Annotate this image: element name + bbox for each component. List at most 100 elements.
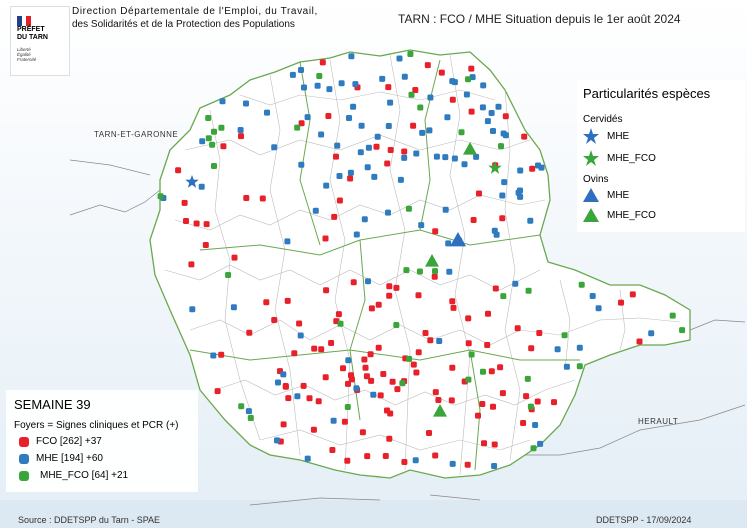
outbreak-marker (527, 403, 534, 410)
outbreak-marker (230, 304, 237, 311)
outbreak-marker (525, 287, 532, 294)
outbreak-marker (419, 129, 426, 136)
outbreak-marker (517, 193, 524, 200)
outbreak-marker (528, 345, 535, 352)
outbreak-marker (304, 114, 311, 121)
outbreak-marker (238, 133, 244, 140)
outbreak-marker (426, 127, 433, 134)
outbreak-marker (424, 62, 431, 69)
outbreak-marker (446, 268, 453, 275)
outbreak-marker (473, 153, 480, 160)
outbreak-marker (450, 304, 457, 311)
outbreak-marker (387, 410, 394, 417)
outbreak-marker (520, 420, 527, 426)
outbreak-marker (353, 385, 360, 392)
outbreak-marker (368, 377, 375, 384)
legend-ovins-label: Ovins (583, 174, 609, 185)
outbreak-marker (490, 403, 496, 410)
outbreak-marker (629, 291, 636, 298)
outbreak-marker (336, 197, 343, 204)
outbreak-marker (345, 357, 352, 364)
outbreak-marker (481, 440, 487, 447)
outbreak-marker (193, 220, 200, 227)
legend-foyers: SEMAINE 39 Foyers = Signes cliniques et … (6, 390, 198, 492)
outbreak-marker (578, 281, 585, 288)
outbreak-marker (296, 320, 303, 327)
direction-name: Direction Départementale de l'Emploi, du… (72, 6, 318, 30)
outbreak-marker (375, 301, 382, 308)
outbreak-marker (512, 280, 519, 287)
outbreak-marker (334, 142, 341, 149)
outbreak-marker (385, 84, 392, 91)
outbreak-marker (225, 272, 232, 278)
outbreak-marker (338, 80, 345, 87)
outbreak-marker (618, 299, 624, 306)
outbreak-marker (357, 149, 364, 156)
outbreak-marker (438, 69, 445, 76)
outbreak-marker (336, 173, 343, 179)
outbreak-marker (415, 349, 422, 356)
outbreak-marker (247, 415, 254, 421)
outbreak-marker (298, 67, 304, 73)
outbreak-marker (202, 242, 209, 248)
outbreak-marker (289, 71, 296, 78)
outbreak-marker (410, 122, 417, 129)
outbreak-marker (297, 332, 304, 339)
french-flag-icon (17, 13, 31, 26)
outbreak-marker (298, 161, 305, 168)
outbreak-marker (499, 215, 506, 222)
outbreak-marker (210, 352, 217, 359)
outbreak-marker (328, 340, 335, 346)
outbreak-marker (401, 459, 408, 465)
fco-dot-icon (19, 437, 29, 447)
outbreak-marker (285, 395, 292, 402)
outbreak-marker (497, 364, 504, 371)
outbreak-marker (374, 133, 381, 140)
outbreak-marker (595, 305, 602, 312)
outbreak-marker (537, 440, 544, 447)
outbreak-marker (524, 375, 531, 382)
logo-motto: Liberté Égalité Fraternité (17, 47, 37, 62)
outbreak-marker (551, 399, 557, 406)
outbreak-marker (480, 368, 486, 375)
outbreak-marker (243, 195, 250, 201)
outbreak-marker (485, 310, 491, 317)
outbreak-marker (415, 292, 422, 299)
legend-cervides-label: Cervidés (583, 114, 623, 125)
outbreak-marker (468, 351, 475, 358)
outbreak-marker (199, 138, 206, 145)
outbreak-marker (209, 141, 216, 148)
outbreak-marker (517, 167, 524, 174)
outbreak-marker (211, 128, 217, 135)
outbreak-marker (449, 78, 456, 85)
outbreak-marker (403, 267, 410, 274)
outbreak-marker (243, 100, 249, 107)
outbreak-marker (669, 312, 676, 319)
outbreak-marker (393, 322, 400, 328)
outbreak-marker (679, 327, 686, 334)
outbreak-marker (413, 150, 420, 157)
outbreak-marker (465, 315, 472, 322)
outbreak-marker (274, 437, 280, 444)
outbreak-marker (465, 340, 472, 347)
outbreak-marker (636, 338, 643, 345)
outbreak-marker (304, 455, 311, 462)
outbreak-marker (238, 403, 245, 410)
outbreak-marker (347, 175, 354, 182)
outbreak-marker (432, 268, 438, 275)
outbreak-marker (331, 213, 338, 220)
outbreak-marker (337, 320, 344, 327)
outbreak-marker (175, 167, 182, 174)
outbreak-marker (280, 421, 287, 428)
outbreak-marker (491, 227, 498, 234)
outbreak-marker (220, 143, 227, 150)
outbreak-marker (432, 389, 439, 396)
outbreak-marker (393, 284, 400, 291)
outbreak-marker (368, 305, 375, 312)
outbreak-marker (214, 388, 221, 395)
outbreak-marker (534, 398, 541, 405)
outbreak-marker (394, 386, 401, 393)
outbreak-marker (246, 329, 253, 336)
outbreak-marker (312, 207, 319, 214)
outbreak-marker (475, 412, 481, 419)
